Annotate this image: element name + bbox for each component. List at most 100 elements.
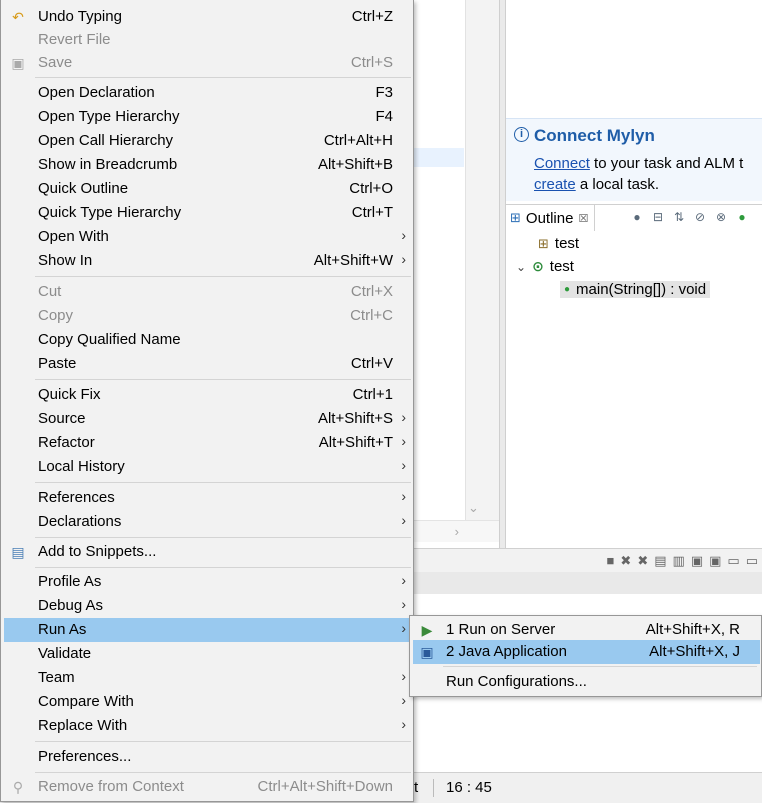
chevron-right-icon: ›: [401, 409, 406, 425]
menu-item-run-configurations[interactable]: Run Configurations...: [413, 670, 760, 694]
menu-item-label: Replace With: [38, 717, 128, 734]
scroll-down-icon[interactable]: ⌄: [468, 500, 479, 516]
sort-icon[interactable]: ⇅: [672, 210, 686, 224]
menu-item-shortcut: Alt+Shift+S: [317, 410, 393, 427]
show-stdout-icon[interactable]: ▣: [691, 553, 703, 569]
menu-item-copy[interactable]: Copy Ctrl+C: [4, 304, 411, 328]
menu-item-quick-type-hierarchy[interactable]: Quick Type Hierarchy Ctrl+T: [4, 201, 411, 225]
outline-icon: ⊞: [510, 210, 521, 225]
outline-view: ⊞ Outline ☒ ● ⊟ ⇅ ⊘ ⊗ ● ⊞ test ⌄ ⊙ test …: [506, 204, 762, 545]
menu-item-local-history[interactable]: Local History ›: [4, 455, 411, 479]
run-as-submenu: ▶ 1 Run on Server Alt+Shift+X, R ▣ 2 Jav…: [409, 615, 762, 697]
menu-item-label: Source: [38, 410, 86, 427]
menu-item-quick-outline[interactable]: Quick Outline Ctrl+O: [4, 177, 411, 201]
view-sash[interactable]: [499, 0, 506, 548]
menu-item-label: Quick Type Hierarchy: [38, 204, 182, 221]
menu-item-label: Quick Fix: [38, 386, 101, 403]
menu-item-undo-typing[interactable]: ↶ Undo Typing Ctrl+Z: [4, 5, 411, 29]
chevron-right-icon: ›: [401, 457, 406, 473]
menu-separator: [35, 379, 411, 380]
menu-item-shortcut: Alt+Shift+X, R: [645, 621, 740, 638]
status-cursor-position: 16 : 45: [446, 779, 492, 796]
menu-item-remove-from-context[interactable]: ⚲ Remove from Context Ctrl+Alt+Shift+Dow…: [4, 775, 411, 799]
menu-item-compare-with[interactable]: Compare With ›: [4, 690, 411, 714]
outline-tree-item[interactable]: ⊞ test: [538, 235, 579, 252]
hide-fields-icon[interactable]: ⊘: [693, 210, 707, 224]
display-console-icon[interactable]: ▭: [746, 553, 758, 569]
outline-tree-item[interactable]: ⌄ ⊙ test: [516, 258, 574, 275]
menu-item-label: Copy Qualified Name: [38, 331, 181, 348]
menu-item-run-on-server[interactable]: ▶ 1 Run on Server Alt+Shift+X, R: [413, 618, 760, 642]
clear-console-icon[interactable]: ▤: [654, 553, 666, 569]
chevron-right-icon: ›: [401, 620, 406, 636]
menu-item-show-in-breadcrumb[interactable]: Show in Breadcrumb Alt+Shift+B: [4, 153, 411, 177]
menu-item-save[interactable]: ▣ Save Ctrl+S: [4, 51, 411, 75]
menu-item-add-to-snippets[interactable]: ▤ Add to Snippets...: [4, 540, 411, 564]
menu-item-debug-as[interactable]: Debug As ›: [4, 594, 411, 618]
menu-item-label: Preferences...: [38, 748, 132, 765]
menu-item-quick-fix[interactable]: Quick Fix Ctrl+1: [4, 383, 411, 407]
menu-item-team[interactable]: Team ›: [4, 666, 411, 690]
menu-item-replace-with[interactable]: Replace With ›: [4, 714, 411, 738]
tree-item-label: test: [549, 258, 574, 275]
tab-outline[interactable]: ⊞ Outline ☒: [506, 205, 596, 231]
chevron-down-icon[interactable]: ⌄: [516, 260, 526, 274]
menu-item-shortcut: Ctrl+S: [350, 54, 393, 71]
menu-item-copy-qualified-name[interactable]: Copy Qualified Name: [4, 328, 411, 352]
menu-item-shortcut: Ctrl+T: [351, 204, 393, 221]
menu-item-label: Paste: [38, 355, 77, 372]
menu-item-shortcut: F4: [375, 108, 393, 125]
close-icon[interactable]: ☒: [578, 212, 588, 225]
pin-console-icon[interactable]: ▭: [727, 553, 739, 569]
remove-launch-icon[interactable]: ✖: [620, 553, 631, 569]
connect-link[interactable]: Connect: [534, 155, 590, 172]
console-tabbar: [414, 572, 762, 595]
menu-separator: [35, 482, 411, 483]
menu-item-shortcut: Ctrl+O: [349, 180, 393, 197]
menu-item-label: Revert File: [38, 31, 111, 48]
focus-icon[interactable]: ●: [630, 210, 644, 224]
connect-mylyn-panel: i Connect Mylyn Connect to your task and…: [506, 118, 762, 201]
menu-item-cut[interactable]: Cut Ctrl+X: [4, 280, 411, 304]
menu-item-declarations[interactable]: Declarations ›: [4, 510, 411, 534]
hide-static-icon[interactable]: ⊗: [714, 210, 728, 224]
menu-item-source[interactable]: Source Alt+Shift+S ›: [4, 407, 411, 431]
menu-item-run-as[interactable]: Run As ›: [4, 618, 411, 642]
remove-all-icon[interactable]: ✖: [637, 553, 648, 569]
menu-item-label: Run As: [38, 621, 87, 638]
hide-nonpublic-icon[interactable]: ●: [735, 210, 749, 224]
menu-item-show-in[interactable]: Show In Alt+Shift+W ›: [4, 249, 411, 273]
info-icon: i: [514, 127, 529, 142]
menu-item-open-with[interactable]: Open With ›: [4, 225, 411, 249]
menu-item-revert-file[interactable]: Revert File: [4, 28, 411, 52]
chevron-right-icon: ›: [401, 692, 406, 708]
menu-separator: [35, 276, 411, 277]
menu-item-preferences[interactable]: Preferences...: [4, 745, 411, 769]
create-link[interactable]: create: [534, 176, 576, 193]
menu-item-open-type-hierarchy[interactable]: Open Type Hierarchy F4: [4, 105, 411, 129]
chevron-right-icon: ›: [401, 596, 406, 612]
menu-item-validate[interactable]: Validate: [4, 642, 411, 666]
menu-item-refactor[interactable]: Refactor Alt+Shift+T ›: [4, 431, 411, 455]
chevron-right-icon: ›: [401, 716, 406, 732]
menu-item-shortcut: F3: [375, 84, 393, 101]
menu-item-label: Add to Snippets...: [38, 543, 157, 560]
chevron-right-icon: ›: [401, 668, 406, 684]
menu-item-open-call-hierarchy[interactable]: Open Call Hierarchy Ctrl+Alt+H: [4, 129, 411, 153]
outline-tree-item-selected[interactable]: ● main(String[]) : void: [560, 281, 711, 298]
menu-item-shortcut: Ctrl+X: [350, 283, 393, 300]
scroll-lock-icon[interactable]: ▥: [673, 553, 685, 569]
terminate-icon[interactable]: ■: [607, 553, 615, 568]
menu-item-label: 1 Run on Server: [446, 621, 556, 638]
show-stderr-icon[interactable]: ▣: [709, 553, 721, 569]
menu-item-references[interactable]: References ›: [4, 486, 411, 510]
menu-item-profile-as[interactable]: Profile As ›: [4, 570, 411, 594]
collapse-all-icon[interactable]: ⊟: [651, 210, 665, 224]
connect-line1-text: to your task and ALM t: [589, 155, 744, 172]
menu-item-label: Compare With: [38, 693, 134, 710]
menu-item-open-declaration[interactable]: Open Declaration F3: [4, 81, 411, 105]
remove-context-icon: ⚲: [12, 779, 24, 795]
editor-horizontal-scrollbar[interactable]: ›: [414, 520, 499, 542]
menu-item-paste[interactable]: Paste Ctrl+V: [4, 352, 411, 376]
menu-item-java-application[interactable]: ▣ 2 Java Application Alt+Shift+X, J: [413, 640, 760, 664]
